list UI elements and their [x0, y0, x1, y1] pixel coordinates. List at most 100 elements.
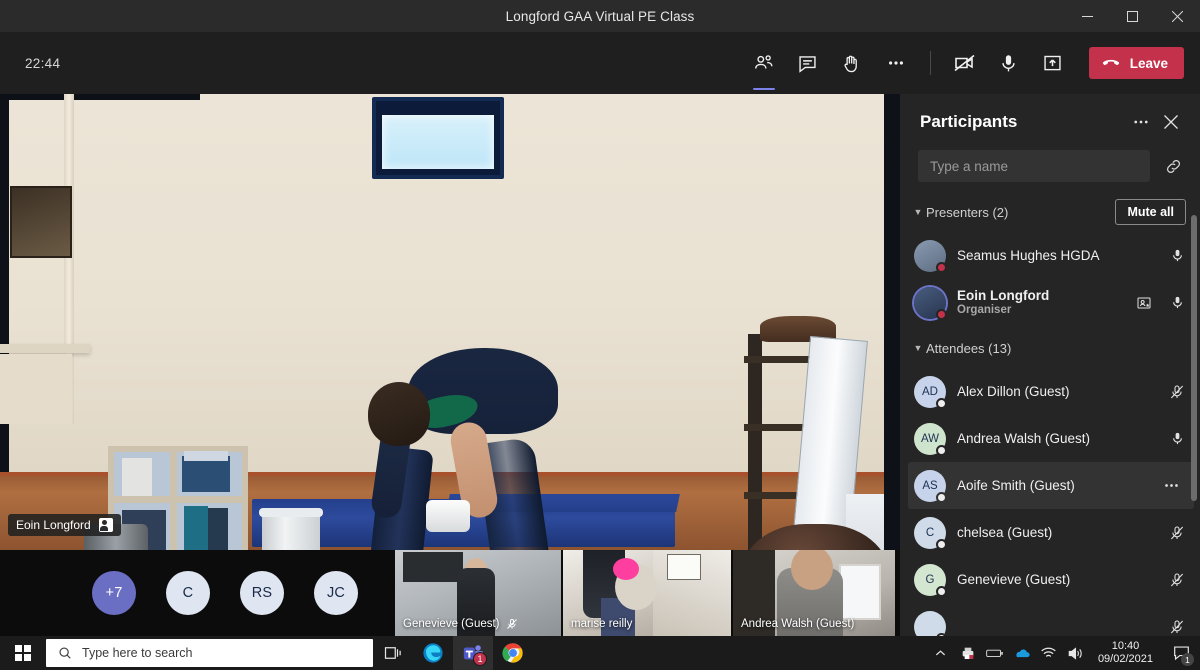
taskbar-search-input[interactable]: Type here to search — [46, 639, 373, 667]
minimize-icon[interactable] — [1065, 0, 1110, 32]
taskbar-search-placeholder: Type here to search — [82, 646, 193, 660]
mic-off-icon[interactable] — [1166, 525, 1188, 541]
participant-row[interactable]: G Genevieve (Guest) — [900, 556, 1200, 603]
close-icon[interactable] — [1155, 0, 1200, 32]
spotlight-icon[interactable] — [1133, 295, 1155, 311]
search-icon — [59, 647, 71, 659]
presence-badge — [936, 491, 947, 503]
filmstrip-avatar[interactable]: RS — [240, 571, 284, 615]
edge-app-icon[interactable] — [413, 636, 453, 670]
taskbar-clock[interactable]: 10:40 09/02/2021 — [1098, 640, 1153, 666]
panel-close-icon[interactable] — [1156, 107, 1186, 137]
printer-icon[interactable] — [959, 645, 977, 661]
start-button[interactable] — [0, 636, 46, 670]
window-title: Longford GAA Virtual PE Class — [505, 8, 695, 24]
leave-button[interactable]: Leave — [1088, 47, 1184, 79]
avatar-initials: AD — [922, 385, 938, 398]
camera-off-icon[interactable] — [943, 43, 987, 83]
participant-filmstrip: +7 C RS JC Genevieve (Guest) marise reil… — [0, 550, 900, 636]
avatar — [914, 286, 947, 320]
main-video-feed[interactable]: Eoin Longford — [0, 94, 900, 550]
mic-on-icon[interactable] — [1166, 431, 1188, 446]
participant-row[interactable]: C chelsea (Guest) — [900, 509, 1200, 556]
participant-name: Aoife Smith (Guest) — [957, 477, 1075, 493]
panel-more-icon[interactable] — [1126, 107, 1156, 137]
participant-name: Andrea Walsh (Guest) — [957, 430, 1091, 446]
microphone-icon[interactable] — [987, 43, 1031, 83]
wifi-icon[interactable] — [1040, 646, 1058, 660]
participant-row[interactable]: AD Alex Dillon (Guest) — [900, 368, 1200, 415]
filmstrip-avatars: +7 C RS JC — [0, 550, 395, 636]
mic-off-icon[interactable] — [1166, 572, 1188, 588]
notifications-icon[interactable]: 1 — [1168, 636, 1194, 670]
avatar-initials: RS — [251, 585, 273, 601]
panel-scrollbar[interactable] — [1191, 215, 1197, 501]
search-input[interactable]: Type a name — [918, 150, 1150, 182]
video-letterbox-top — [0, 94, 200, 100]
filmstrip-tile-label-group: Genevieve (Guest) — [403, 618, 518, 630]
participants-panel-header: Participants — [900, 94, 1200, 150]
chevron-down-icon: ▼ — [913, 343, 923, 353]
clock-time: 10:40 — [1111, 639, 1140, 652]
avatar-initials: C — [925, 526, 935, 539]
filmstrip-video-tile[interactable]: marise reilly — [563, 550, 733, 636]
participant-row[interactable]: Eoin Longford Organiser — [900, 279, 1200, 326]
share-screen-icon[interactable] — [1031, 43, 1075, 83]
volume-icon[interactable] — [1067, 646, 1085, 661]
participant-name: Seamus Hughes HGDA — [957, 247, 1100, 263]
participant-row[interactable]: Seamus Hughes HGDA — [900, 232, 1200, 279]
video-wall-picture — [10, 186, 72, 258]
participants-panel: Participants Type a name ▼ Presenters (2… — [900, 94, 1200, 644]
teams-meeting-window: Longford GAA Virtual PE Class 22:44 Leav… — [0, 0, 1200, 670]
mic-on-icon[interactable] — [1166, 295, 1188, 310]
presence-badge — [936, 585, 947, 597]
participant-row-selected[interactable]: AS Aoife Smith (Guest) — [908, 462, 1194, 509]
video-ladder-shelf — [748, 334, 762, 550]
avatar: AD — [914, 375, 947, 409]
mic-off-icon[interactable] — [1166, 619, 1188, 635]
filmstrip-tile-label-group: marise reilly — [571, 618, 632, 630]
clock-date: 09/02/2021 — [1097, 653, 1153, 665]
filmstrip-overflow-avatar[interactable]: +7 — [92, 571, 136, 615]
video-person — [330, 344, 610, 550]
participant-row[interactable]: AW Andrea Walsh (Guest) — [900, 415, 1200, 462]
avatar — [914, 239, 947, 273]
battery-icon[interactable] — [986, 646, 1004, 660]
filmstrip-video-tile[interactable]: Genevieve (Guest) — [395, 550, 563, 636]
attendees-group-label: Attendees (13) — [926, 340, 1012, 356]
window-controls — [1065, 0, 1200, 32]
chat-icon[interactable] — [786, 43, 830, 83]
invite-link-icon[interactable] — [1158, 151, 1188, 181]
mic-on-icon[interactable] — [1166, 248, 1188, 263]
presence-badge — [936, 538, 947, 550]
show-hidden-icons-chevron[interactable] — [932, 648, 950, 659]
avatar-initials: +7 — [105, 585, 123, 601]
video-ledge — [0, 344, 90, 353]
presence-badge — [936, 397, 947, 409]
avatar: AS — [914, 469, 947, 503]
chevron-down-icon: ▼ — [913, 207, 923, 217]
task-view-icon[interactable] — [373, 636, 413, 670]
more-actions-icon[interactable] — [874, 43, 918, 83]
row-more-icon[interactable] — [1160, 477, 1182, 494]
filmstrip-video-tile[interactable]: Andrea Walsh (Guest) — [733, 550, 897, 636]
windows-logo-icon — [15, 645, 31, 661]
avatar: AW — [914, 422, 947, 456]
presenters-group-header[interactable]: ▼ Presenters (2) Mute all — [900, 192, 1200, 232]
mute-all-button[interactable]: Mute all — [1115, 199, 1186, 225]
attendees-group-header[interactable]: ▼ Attendees (13) — [900, 328, 1200, 368]
avatar: C — [914, 516, 947, 550]
meeting-controls: Leave — [742, 32, 1184, 94]
raise-hand-icon[interactable] — [830, 43, 874, 83]
maximize-icon[interactable] — [1110, 0, 1155, 32]
participants-icon[interactable] — [742, 43, 786, 90]
onedrive-cloud-icon[interactable] — [1013, 646, 1031, 660]
filmstrip-avatar[interactable]: JC — [314, 571, 358, 615]
teams-app-icon[interactable]: 1 — [453, 636, 493, 670]
toolbar-divider — [929, 51, 931, 75]
filmstrip-avatar[interactable]: C — [166, 571, 210, 615]
mic-off-icon[interactable] — [1166, 384, 1188, 400]
participant-name: Genevieve (Guest) — [957, 571, 1071, 587]
chrome-app-icon[interactable] — [493, 636, 533, 670]
presenters-group-label: Presenters (2) — [926, 204, 1009, 220]
